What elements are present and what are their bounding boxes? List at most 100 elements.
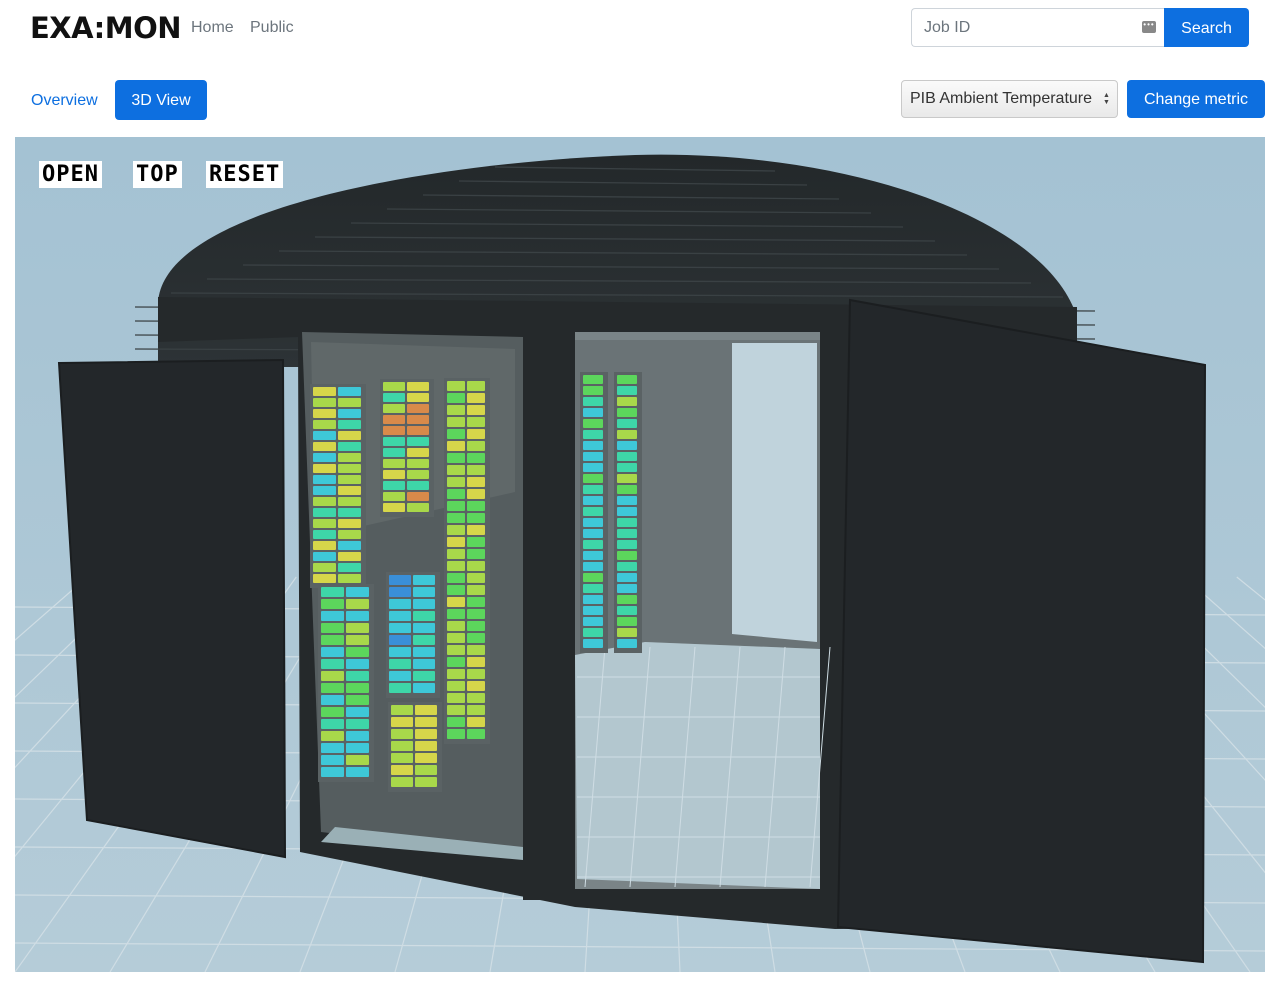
- job-id-input[interactable]: [911, 8, 1164, 47]
- server-node: [583, 430, 603, 439]
- server-node: [313, 398, 336, 407]
- server-node: [391, 741, 413, 751]
- server-node: [346, 599, 369, 609]
- server-node: [313, 464, 336, 473]
- server-node: [389, 623, 411, 633]
- server-node: [467, 465, 485, 475]
- top-view-button[interactable]: TOP: [133, 161, 182, 188]
- server-node: [583, 540, 603, 549]
- server-node: [467, 717, 485, 727]
- nav-link-home[interactable]: Home: [191, 18, 234, 38]
- server-node: [617, 496, 637, 505]
- autofill-icon: •••: [1142, 21, 1156, 33]
- server-node: [413, 575, 435, 585]
- server-node: [583, 518, 603, 527]
- server-node: [467, 705, 485, 715]
- open-view-button[interactable]: OPEN: [39, 161, 102, 188]
- tab-overview[interactable]: Overview: [31, 91, 98, 111]
- server-node: [346, 659, 369, 669]
- right-floor: [575, 642, 820, 889]
- server-node: [338, 453, 361, 462]
- server-node: [467, 585, 485, 595]
- server-node: [383, 382, 405, 391]
- server-node: [447, 609, 465, 619]
- server-node: [447, 477, 465, 487]
- server-node: [407, 459, 429, 468]
- server-node: [407, 448, 429, 457]
- search-button[interactable]: Search: [1164, 8, 1249, 47]
- server-node: [447, 717, 465, 727]
- server-rack: [388, 702, 442, 792]
- change-metric-button[interactable]: Change metric: [1127, 80, 1265, 118]
- server-node: [313, 497, 336, 506]
- server-node: [583, 408, 603, 417]
- server-node: [447, 453, 465, 463]
- server-node: [617, 595, 637, 604]
- tab-3d-view[interactable]: 3D View: [115, 80, 207, 120]
- nav-link-public[interactable]: Public: [250, 18, 294, 38]
- server-node: [391, 765, 413, 775]
- 3d-viewport[interactable]: OPEN TOP RESET: [15, 137, 1265, 972]
- server-node: [617, 408, 637, 417]
- server-node: [389, 599, 411, 609]
- server-node: [338, 530, 361, 539]
- server-node: [338, 552, 361, 561]
- server-node: [467, 537, 485, 547]
- server-node: [413, 599, 435, 609]
- server-node: [413, 683, 435, 693]
- job-search-form: ••• Search: [911, 8, 1249, 47]
- server-node: [583, 463, 603, 472]
- reset-view-button[interactable]: RESET: [206, 161, 284, 188]
- server-node: [321, 683, 344, 693]
- server-node: [447, 573, 465, 583]
- server-node: [447, 585, 465, 595]
- server-node: [413, 659, 435, 669]
- server-node: [391, 705, 413, 715]
- server-node: [467, 477, 485, 487]
- server-node: [415, 717, 437, 727]
- server-node: [383, 426, 405, 435]
- server-node: [338, 420, 361, 429]
- server-node: [389, 587, 411, 597]
- server-node: [413, 635, 435, 645]
- server-node: [346, 743, 369, 753]
- server-node: [467, 573, 485, 583]
- server-node: [583, 441, 603, 450]
- server-node: [383, 481, 405, 490]
- server-node: [447, 465, 465, 475]
- server-node: [346, 731, 369, 741]
- server-node: [415, 753, 437, 763]
- server-node: [415, 777, 437, 787]
- center-pillar: [523, 330, 575, 900]
- server-node: [407, 437, 429, 446]
- server-node: [617, 441, 637, 450]
- server-node: [338, 442, 361, 451]
- server-node: [467, 549, 485, 559]
- server-node: [321, 659, 344, 669]
- 3d-scene[interactable]: [15, 137, 1265, 972]
- server-node: [467, 669, 485, 679]
- left-door: [57, 358, 287, 859]
- server-node: [383, 437, 405, 446]
- server-node: [467, 597, 485, 607]
- server-node: [391, 753, 413, 763]
- server-node: [407, 404, 429, 413]
- server-node: [407, 503, 429, 512]
- brand-logo[interactable]: EXA:MON: [30, 9, 182, 47]
- server-node: [447, 549, 465, 559]
- server-rack: [444, 378, 490, 744]
- server-node: [313, 530, 336, 539]
- server-node: [407, 492, 429, 501]
- server-node: [415, 705, 437, 715]
- server-node: [447, 429, 465, 439]
- server-node: [415, 741, 437, 751]
- server-node: [617, 628, 637, 637]
- metric-select[interactable]: PIB Ambient Temperature ▲ ▼: [901, 80, 1118, 118]
- server-node: [313, 431, 336, 440]
- server-node: [407, 470, 429, 479]
- server-node: [413, 611, 435, 621]
- server-node: [467, 405, 485, 415]
- server-node: [467, 381, 485, 391]
- server-node: [467, 453, 485, 463]
- server-node: [617, 551, 637, 560]
